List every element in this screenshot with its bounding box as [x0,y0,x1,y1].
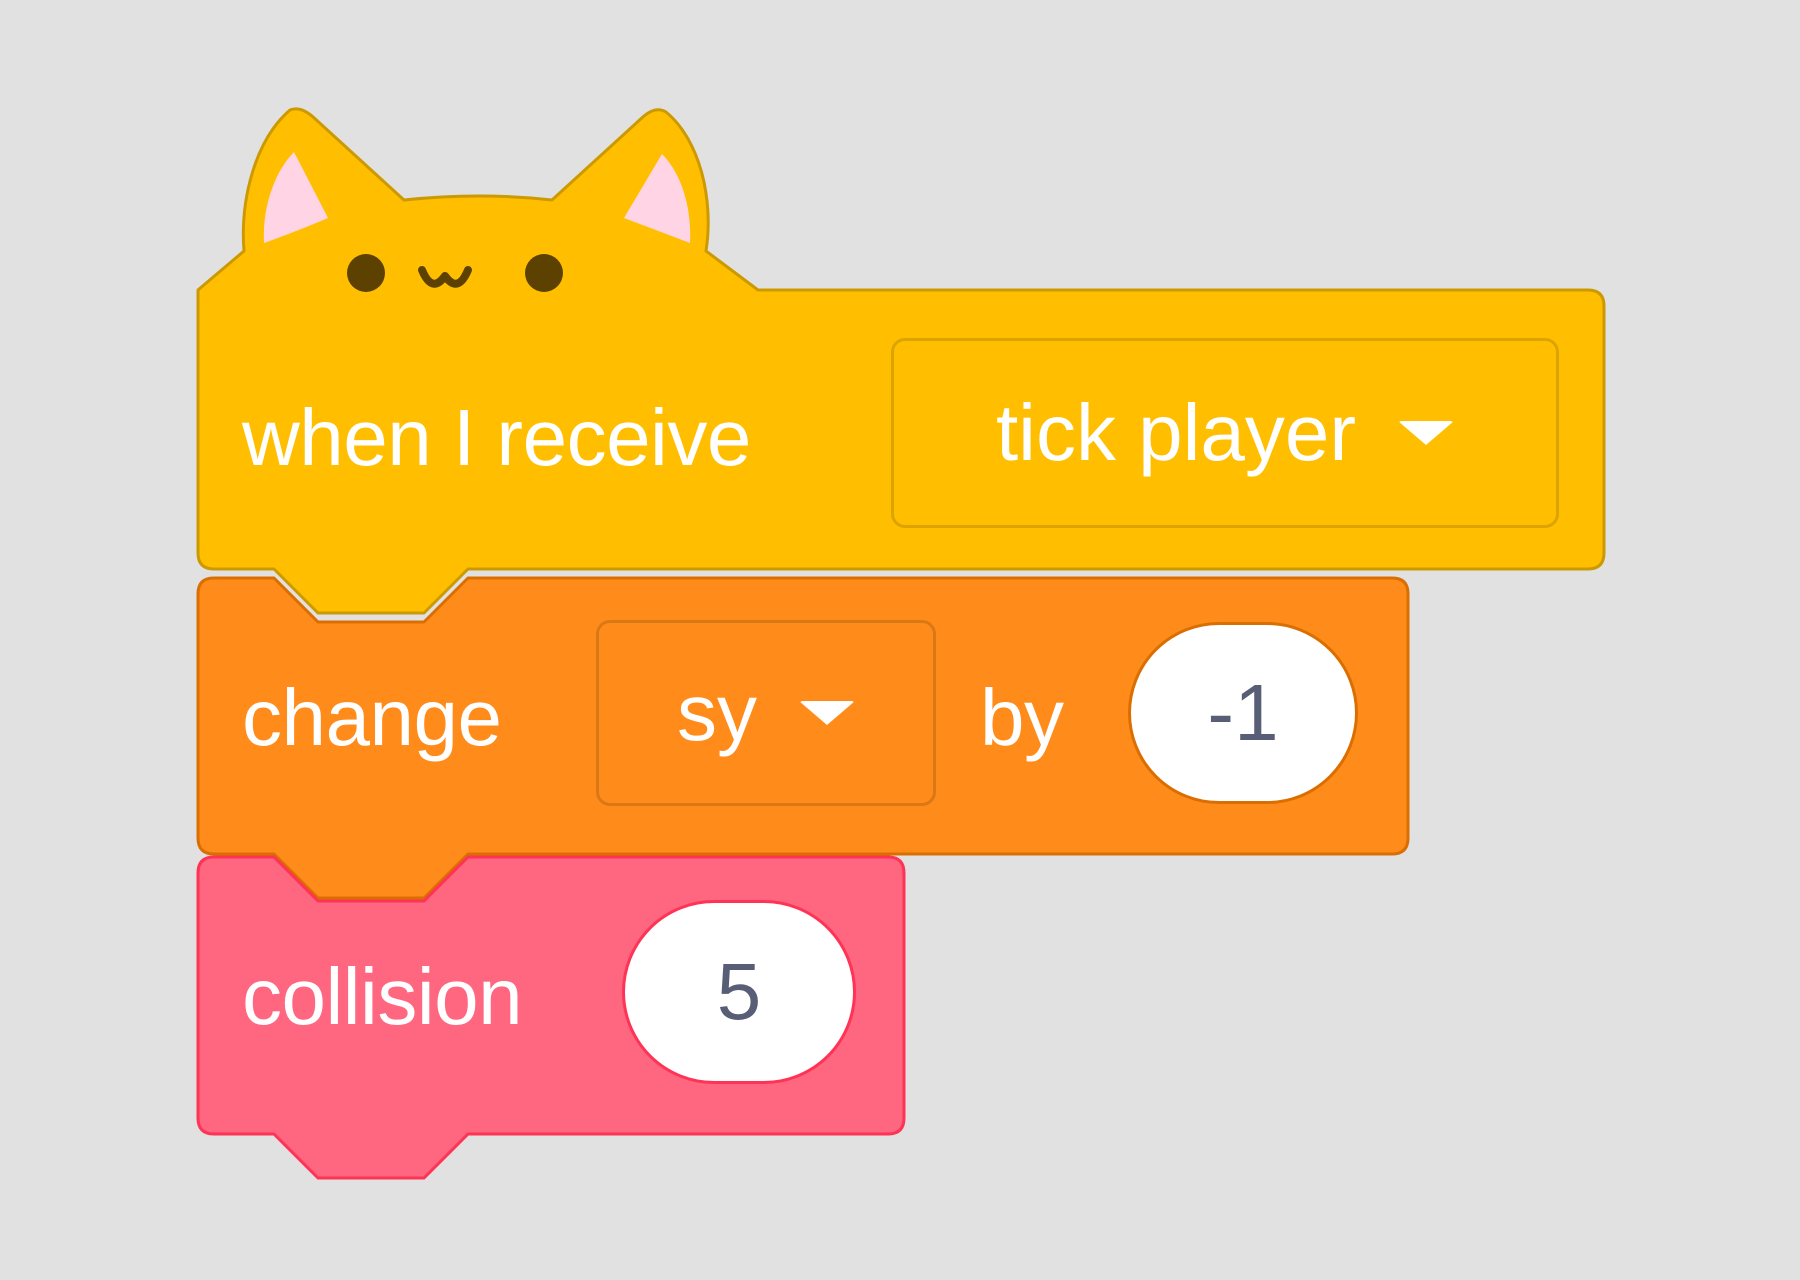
change-label: change [242,673,502,762]
collision-label: collision [242,952,523,1041]
variable-dropdown[interactable]: sy [596,620,936,806]
when-i-receive-label: when I receive [242,393,751,482]
message-dropdown[interactable]: tick player [891,338,1559,528]
code-workspace: when I receive tick player change sy by … [0,0,1800,1280]
message-dropdown-value: tick player [995,388,1357,477]
triangle-down-icon [1398,421,1455,445]
triangle-down-icon [799,701,855,725]
variable-dropdown-value: sy [677,668,757,757]
change-amount-input[interactable]: -1 [1128,622,1358,804]
by-label: by [980,673,1064,762]
collision-argument-input[interactable]: 5 [622,900,856,1084]
